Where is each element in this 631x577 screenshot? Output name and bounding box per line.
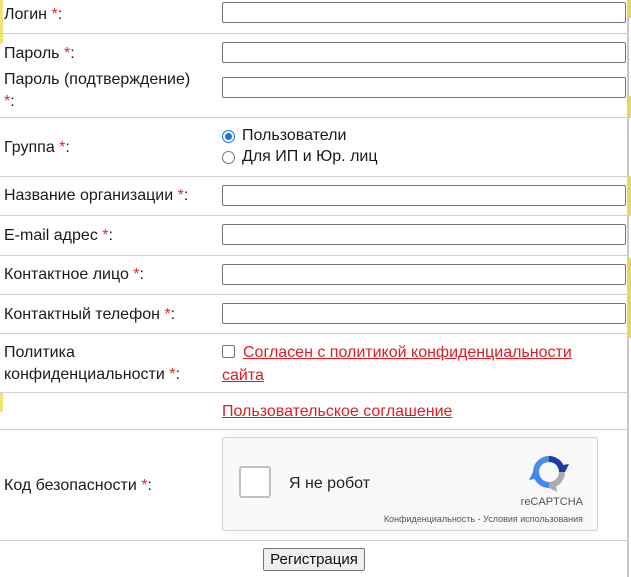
row-divider	[0, 117, 627, 118]
org-name-label: Название организации *:	[4, 187, 189, 204]
phone-label: Контактный телефон *:	[4, 306, 176, 323]
row-divider	[0, 215, 627, 216]
user-agreement-link[interactable]: Пользовательское соглашение	[222, 401, 452, 423]
policy-label: Политика конфиденциальности *:	[4, 344, 180, 383]
recaptcha-checkbox-label: Я не робот	[289, 475, 371, 492]
row-divider	[0, 255, 627, 256]
group-label: Группа *:	[4, 139, 70, 156]
org-name-input[interactable]	[222, 185, 626, 206]
register-button[interactable]: Регистрация	[263, 548, 365, 571]
row-divider	[0, 540, 627, 541]
right-accent-bar	[627, 96, 631, 118]
right-accent-bar	[627, 0, 631, 18]
password-input[interactable]	[222, 42, 626, 63]
contact-person-input[interactable]	[222, 264, 626, 285]
privacy-policy-link-continued[interactable]: сайта	[222, 365, 264, 387]
login-input[interactable]	[222, 2, 626, 23]
row-divider	[0, 176, 627, 177]
right-accent-bar	[627, 176, 631, 216]
password-confirm-input[interactable]	[222, 77, 626, 98]
login-label: Логин *:	[4, 6, 63, 23]
radio-business[interactable]	[222, 150, 235, 164]
contact-person-label: Контактное лицо *:	[4, 266, 144, 283]
phone-input[interactable]	[222, 303, 626, 324]
row-divider	[0, 392, 627, 393]
email-input[interactable]	[222, 224, 626, 245]
row-divider	[0, 294, 627, 295]
row-divider	[0, 33, 627, 34]
row-divider	[0, 429, 627, 430]
radio-users[interactable]	[222, 129, 235, 143]
group-option-users[interactable]: Пользователи	[222, 126, 346, 146]
privacy-policy-link[interactable]: Согласен с политикой конфиденциальности	[243, 342, 572, 364]
recaptcha-logo-icon	[529, 456, 569, 492]
row-divider	[0, 333, 627, 334]
email-label: E-mail адрес *:	[4, 227, 113, 244]
recaptcha-checkbox[interactable]	[239, 466, 271, 498]
recaptcha-brand: reCAPTCHA	[520, 496, 583, 508]
recaptcha-widget: Я не робот reCAPTCHA Конфиденциальность …	[222, 437, 598, 531]
captcha-label: Код безопасности *:	[4, 477, 152, 494]
left-accent-bar	[0, 392, 3, 412]
left-accent-bar	[0, 0, 3, 44]
group-option-business[interactable]: Для ИП и Юр. лиц	[222, 147, 378, 167]
policy-checkbox[interactable]	[222, 345, 235, 358]
password-confirm-label: Пароль (подтверждение) *:	[4, 71, 191, 110]
recaptcha-terms-links[interactable]: Конфиденциальность - Условия использован…	[384, 514, 583, 524]
right-accent-bar	[627, 258, 631, 338]
password-label: Пароль *:	[4, 45, 75, 62]
